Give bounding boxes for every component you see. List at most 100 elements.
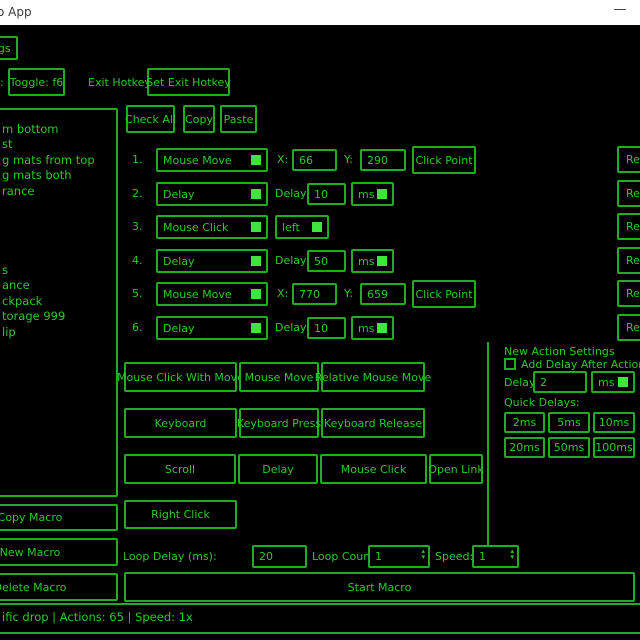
dropdown-indicator-icon <box>377 256 387 266</box>
dropdown-indicator-icon <box>251 189 261 199</box>
row-number: 4. <box>132 254 143 267</box>
unit-select[interactable]: ms <box>351 316 394 340</box>
x-input[interactable]: 770 <box>292 283 337 305</box>
delete-macro-button[interactable]: Delete Macro <box>0 573 118 601</box>
dropdown-indicator-icon <box>251 289 261 299</box>
row-number: 1. <box>132 153 143 166</box>
action-type-select[interactable]: Mouse Move <box>156 148 268 172</box>
row-number: 6. <box>132 321 143 334</box>
dropdown-indicator-icon <box>377 323 387 333</box>
action-row: 4. Delay Delay 50 ms Remove <box>0 248 640 275</box>
exit-hotkey-label: Exit Hotkey: <box>88 76 154 89</box>
action-type-value: Mouse Click <box>163 221 228 234</box>
unit-value: ms <box>358 255 374 268</box>
action-row: 1. Mouse Move X: 66 Y: 290 Click Point R… <box>0 147 640 174</box>
new-delay-unit-select[interactable]: ms <box>591 371 635 393</box>
quick-delay-button-20ms[interactable]: 20ms <box>504 437 545 458</box>
set-exit-hotkey-button[interactable]: Set Exit Hotkey <box>147 68 230 96</box>
remove-button[interactable]: Remove <box>617 247 640 274</box>
remove-button[interactable]: Remove <box>617 146 640 173</box>
dropdown-indicator-icon <box>251 222 261 232</box>
vertical-divider <box>487 342 489 546</box>
unit-select[interactable]: ms <box>351 249 394 273</box>
macro-list-item[interactable]: m bottom <box>2 122 95 137</box>
add-action-button-relative-mouse-move[interactable]: Relative Mouse Move <box>321 362 425 392</box>
remove-button[interactable]: Remove <box>617 280 640 307</box>
action-type-value: Mouse Move <box>163 288 232 301</box>
loop-delay-label: Loop Delay (ms): <box>123 550 217 563</box>
action-type-select[interactable]: Mouse Click <box>156 215 268 239</box>
dropdown-indicator-icon <box>251 256 261 266</box>
loop-delay-input[interactable]: 20 <box>252 545 307 568</box>
add-action-button-mouse-move[interactable]: Mouse Move <box>239 362 319 392</box>
action-type-value: Delay <box>163 322 195 335</box>
click-point-button[interactable]: Click Point <box>412 146 476 174</box>
action-type-value: Mouse Move <box>163 154 232 167</box>
new-delay-input[interactable]: 2 <box>533 371 587 393</box>
x-label: X: <box>277 153 288 166</box>
add-action-button-mouse-click[interactable]: Mouse Click <box>320 454 427 484</box>
add-action-button-open-link[interactable]: Open Link <box>429 454 483 484</box>
settings-button[interactable]: Settings <box>0 36 18 60</box>
new-delay-unit-value: ms <box>598 376 614 389</box>
dropdown-indicator-icon <box>312 222 322 232</box>
remove-button[interactable]: Remove <box>617 180 640 207</box>
add-action-button-scroll[interactable]: Scroll <box>124 454 236 484</box>
toggle-hotkey-button[interactable]: Toggle: f6 <box>8 68 65 96</box>
paste-button[interactable]: Paste <box>220 105 257 133</box>
action-type-select[interactable]: Delay <box>156 182 268 206</box>
status-bar-bottom-border <box>0 632 640 634</box>
action-type-value: Delay <box>163 188 195 201</box>
x-input[interactable]: 66 <box>292 149 337 171</box>
click-point-button[interactable]: Click Point <box>412 280 476 308</box>
action-type-value: Delay <box>163 255 195 268</box>
y-input[interactable]: 290 <box>360 149 406 171</box>
speed-spinner[interactable]: 1 ▴▾ <box>472 545 519 568</box>
copy-button[interactable]: Copy <box>183 105 215 133</box>
window-title: Macro App <box>0 5 32 19</box>
action-type-select[interactable]: Delay <box>156 316 268 340</box>
title-bar: Macro App — <box>0 0 640 25</box>
start-macro-button[interactable]: Start Macro <box>124 572 635 602</box>
add-action-button-mouse-click-with-move[interactable]: Mouse Click With Move <box>124 362 237 392</box>
y-label: Y: <box>344 153 353 166</box>
spinner-arrows-icon[interactable]: ▴▾ <box>510 548 514 560</box>
add-action-button-delay[interactable]: Delay <box>238 454 318 484</box>
new-macro-button[interactable]: New Macro <box>0 538 118 566</box>
quick-delay-button-50ms[interactable]: 50ms <box>548 437 590 458</box>
check-all-button[interactable]: Check All <box>126 105 175 133</box>
y-label: Y: <box>344 287 353 300</box>
quick-delay-button-2ms[interactable]: 2ms <box>504 412 545 433</box>
delay-label: Delay <box>275 321 307 334</box>
copy-macro-button[interactable]: Copy Macro <box>0 504 118 531</box>
quick-delay-button-10ms[interactable]: 10ms <box>593 412 635 433</box>
hotkey-label-fragment: : <box>0 76 4 89</box>
add-action-button-keyboard[interactable]: Keyboard <box>124 408 237 438</box>
quick-delay-button-100ms[interactable]: 100ms <box>593 437 635 458</box>
add-delay-checkbox[interactable] <box>504 358 516 370</box>
new-action-settings-title: New Action Settings <box>504 345 615 358</box>
loop-count-value: 1 <box>375 550 382 563</box>
delay-label: Delay <box>275 187 307 200</box>
spinner-arrows-icon[interactable]: ▴▾ <box>421 548 425 560</box>
y-input[interactable]: 659 <box>360 283 406 305</box>
dropdown-indicator-icon <box>251 323 261 333</box>
quick-delay-button-5ms[interactable]: 5ms <box>548 412 590 433</box>
add-action-button-keyboard-release[interactable]: Keyboard Release <box>321 408 425 438</box>
add-action-button-keyboard-press[interactable]: Keyboard Press <box>239 408 319 438</box>
action-type-select[interactable]: Mouse Move <box>156 282 268 306</box>
delay-input[interactable]: 10 <box>307 183 346 205</box>
unit-select[interactable]: ms <box>351 182 394 206</box>
remove-button[interactable]: Remove <box>617 213 640 240</box>
minimize-button[interactable]: — <box>608 2 632 17</box>
remove-button[interactable]: Remove <box>617 314 640 341</box>
add-action-button-right-click[interactable]: Right Click <box>124 500 237 529</box>
delay-input[interactable]: 50 <box>307 250 346 272</box>
speed-label: Speed: <box>435 550 473 563</box>
action-type-select[interactable]: Delay <box>156 249 268 273</box>
mouse-button-select[interactable]: left <box>275 215 329 239</box>
loop-count-spinner[interactable]: 1 ▴▾ <box>368 545 430 568</box>
delay-input[interactable]: 10 <box>307 317 346 339</box>
dropdown-indicator-icon <box>251 155 261 165</box>
speed-value: 1 <box>479 550 486 563</box>
